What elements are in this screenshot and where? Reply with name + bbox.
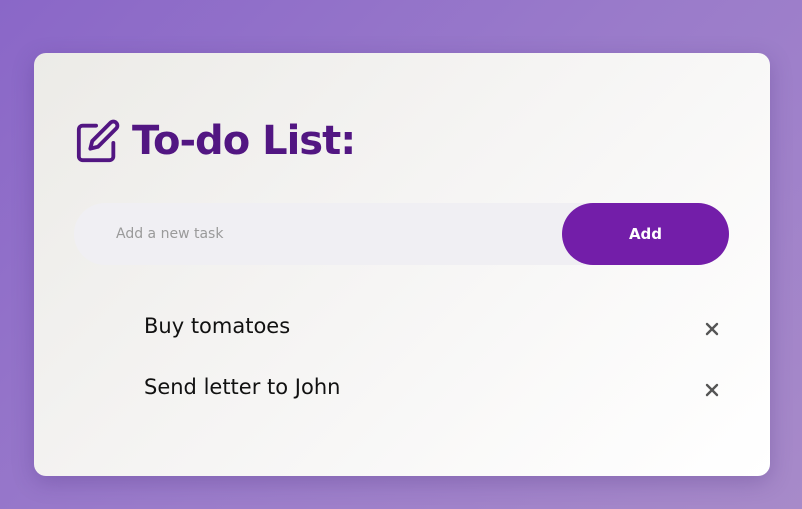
- task-item[interactable]: Buy tomatoes: [144, 299, 724, 360]
- close-icon[interactable]: [700, 317, 724, 341]
- task-text: Send letter to John: [144, 374, 341, 399]
- close-icon[interactable]: [700, 378, 724, 402]
- add-task-bar: Add: [74, 203, 729, 265]
- add-button[interactable]: Add: [562, 203, 729, 265]
- title-row: To-do List:: [74, 117, 356, 165]
- task-text: Buy tomatoes: [144, 313, 291, 338]
- page-title: To-do List:: [132, 118, 356, 164]
- task-item[interactable]: Send letter to John: [144, 360, 724, 421]
- task-list: Buy tomatoes Send letter to John: [144, 299, 724, 421]
- edit-icon: [74, 117, 122, 165]
- new-task-input[interactable]: [74, 203, 614, 265]
- todo-card: To-do List: Add Buy tomatoes Send letter…: [34, 53, 770, 476]
